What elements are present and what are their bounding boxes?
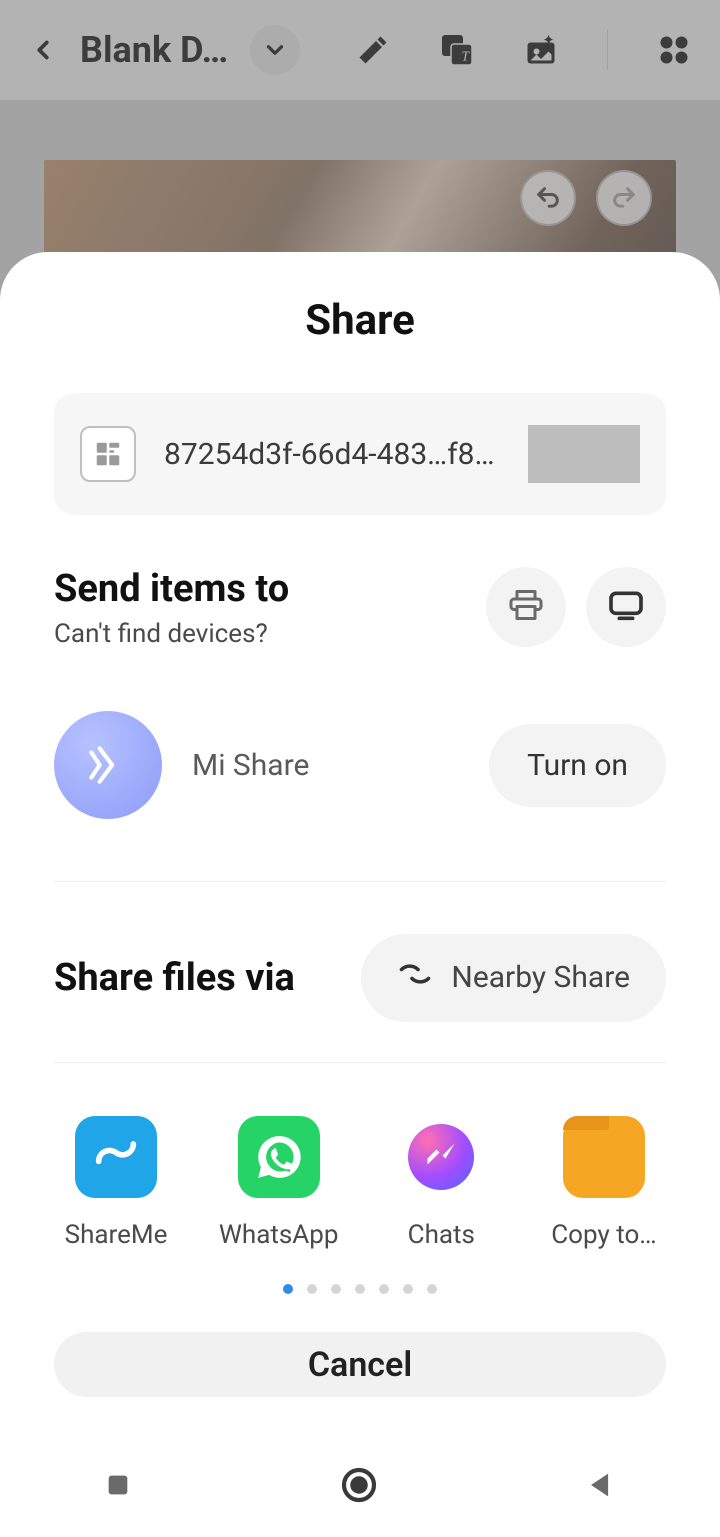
file-redacted-area	[528, 425, 640, 483]
page-dot	[379, 1284, 389, 1294]
page-dot	[403, 1284, 413, 1294]
image-sparkle-icon[interactable]	[523, 32, 559, 68]
file-name: 87254d3f-66d4-483…f8e-8cc485	[164, 437, 500, 472]
app-whatsapp[interactable]: WhatsApp	[203, 1116, 355, 1250]
toolbar-separator	[607, 30, 608, 70]
cancel-button[interactable]: Cancel	[54, 1332, 666, 1397]
file-card[interactable]: 87254d3f-66d4-483…f8e-8cc485	[54, 393, 666, 515]
app-shareme[interactable]: ShareMe	[40, 1116, 192, 1250]
app-chats[interactable]: Chats	[365, 1116, 517, 1250]
home-button[interactable]	[339, 1465, 379, 1509]
folder-icon	[563, 1116, 645, 1198]
apps-grid-icon[interactable]	[656, 32, 692, 68]
monitor-icon	[606, 585, 646, 629]
nearby-share-button[interactable]: Nearby Share	[361, 934, 666, 1022]
divider	[54, 1062, 666, 1063]
shareme-icon	[75, 1116, 157, 1198]
page-dots	[283, 1284, 437, 1294]
turn-on-button[interactable]: Turn on	[489, 724, 666, 807]
apps-grid: ShareMe WhatsApp Chats Copy to…	[40, 1116, 680, 1250]
back-button[interactable]	[584, 1468, 618, 1506]
app-copy-to[interactable]: Copy to…	[528, 1116, 680, 1250]
messenger-icon	[408, 1124, 474, 1190]
images-text-icon[interactable]: T	[439, 32, 475, 68]
mi-share-label: Mi Share	[192, 748, 459, 783]
share-via-heading: Share files via	[54, 956, 341, 1000]
send-items-subtext[interactable]: Can't find devices?	[54, 619, 466, 649]
file-thumb-icon	[80, 426, 136, 482]
system-nav-bar	[0, 1437, 720, 1537]
doc-title: Blank D…	[80, 29, 228, 71]
page-dot	[307, 1284, 317, 1294]
nearby-share-label: Nearby Share	[451, 960, 630, 995]
app-label: Copy to…	[551, 1220, 656, 1250]
undo-button[interactable]	[520, 170, 576, 226]
send-items-heading: Send items to	[54, 567, 466, 611]
redo-button[interactable]	[596, 170, 652, 226]
top-bar: Blank D… T	[0, 0, 720, 100]
cast-button[interactable]	[586, 567, 666, 647]
highlighter-icon[interactable]	[355, 32, 391, 68]
whatsapp-icon	[238, 1116, 320, 1198]
printer-icon	[508, 587, 544, 627]
page-dot	[331, 1284, 341, 1294]
page-dot	[355, 1284, 365, 1294]
app-label: WhatsApp	[219, 1220, 339, 1250]
page-dot	[427, 1284, 437, 1294]
nearby-share-icon	[397, 956, 433, 1000]
divider	[54, 881, 666, 882]
sheet-title: Share	[0, 296, 720, 345]
page-dot	[283, 1284, 293, 1294]
back-icon[interactable]	[28, 35, 58, 65]
print-button[interactable]	[486, 567, 566, 647]
mi-share-icon	[54, 711, 162, 819]
app-label: ShareMe	[65, 1220, 168, 1250]
app-label: Chats	[408, 1220, 475, 1250]
share-sheet: Share 87254d3f-66d4-483…f8e-8cc485 Send …	[0, 252, 720, 1437]
chats-icon-wrap	[400, 1116, 482, 1198]
recent-apps-button[interactable]	[102, 1469, 134, 1505]
title-dropdown[interactable]	[250, 25, 300, 75]
